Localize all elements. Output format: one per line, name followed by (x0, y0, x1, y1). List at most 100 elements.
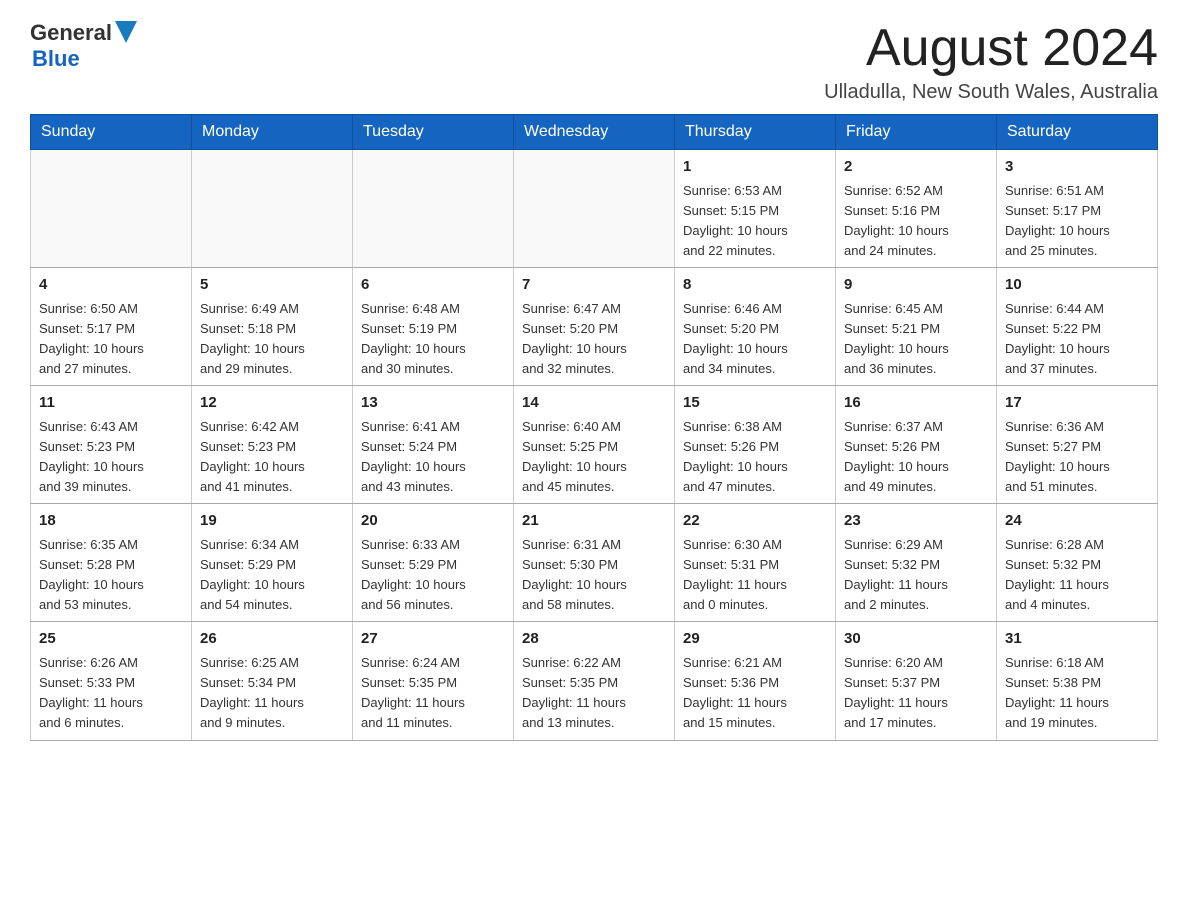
weekday-header-sunday: Sunday (31, 115, 192, 150)
day-number: 9 (844, 274, 988, 297)
weekday-header-monday: Monday (192, 115, 353, 150)
day-number: 8 (683, 274, 827, 297)
day-number: 28 (522, 628, 666, 651)
day-number: 14 (522, 392, 666, 415)
day-number: 10 (1005, 274, 1149, 297)
page-header: General Blue August 2024 Ulladulla, New … (30, 20, 1158, 104)
calendar-cell: 25Sunrise: 6:26 AM Sunset: 5:33 PM Dayli… (31, 622, 192, 740)
day-number: 2 (844, 156, 988, 179)
day-number: 4 (39, 274, 183, 297)
day-info: Sunrise: 6:29 AM Sunset: 5:32 PM Dayligh… (844, 535, 988, 616)
calendar-cell: 4Sunrise: 6:50 AM Sunset: 5:17 PM Daylig… (31, 268, 192, 386)
day-number: 17 (1005, 392, 1149, 415)
day-number: 5 (200, 274, 344, 297)
day-number: 19 (200, 510, 344, 533)
day-info: Sunrise: 6:31 AM Sunset: 5:30 PM Dayligh… (522, 535, 666, 616)
calendar-cell (192, 150, 353, 268)
weekday-header-tuesday: Tuesday (353, 115, 514, 150)
logo-general-text: General (30, 20, 112, 46)
calendar-cell: 30Sunrise: 6:20 AM Sunset: 5:37 PM Dayli… (836, 622, 997, 740)
day-info: Sunrise: 6:22 AM Sunset: 5:35 PM Dayligh… (522, 653, 666, 734)
calendar-cell: 21Sunrise: 6:31 AM Sunset: 5:30 PM Dayli… (514, 504, 675, 622)
day-info: Sunrise: 6:33 AM Sunset: 5:29 PM Dayligh… (361, 535, 505, 616)
day-info: Sunrise: 6:42 AM Sunset: 5:23 PM Dayligh… (200, 417, 344, 498)
weekday-header-friday: Friday (836, 115, 997, 150)
day-info: Sunrise: 6:47 AM Sunset: 5:20 PM Dayligh… (522, 299, 666, 380)
day-number: 7 (522, 274, 666, 297)
calendar-week-row: 4Sunrise: 6:50 AM Sunset: 5:17 PM Daylig… (31, 268, 1158, 386)
calendar-cell: 29Sunrise: 6:21 AM Sunset: 5:36 PM Dayli… (675, 622, 836, 740)
calendar-cell: 22Sunrise: 6:30 AM Sunset: 5:31 PM Dayli… (675, 504, 836, 622)
calendar-cell: 14Sunrise: 6:40 AM Sunset: 5:25 PM Dayli… (514, 386, 675, 504)
logo: General Blue (30, 20, 137, 72)
calendar-cell: 2Sunrise: 6:52 AM Sunset: 5:16 PM Daylig… (836, 150, 997, 268)
weekday-header-saturday: Saturday (997, 115, 1158, 150)
calendar-cell: 18Sunrise: 6:35 AM Sunset: 5:28 PM Dayli… (31, 504, 192, 622)
day-info: Sunrise: 6:45 AM Sunset: 5:21 PM Dayligh… (844, 299, 988, 380)
calendar-cell: 10Sunrise: 6:44 AM Sunset: 5:22 PM Dayli… (997, 268, 1158, 386)
calendar-cell: 16Sunrise: 6:37 AM Sunset: 5:26 PM Dayli… (836, 386, 997, 504)
day-number: 23 (844, 510, 988, 533)
weekday-header-thursday: Thursday (675, 115, 836, 150)
location-title: Ulladulla, New South Wales, Australia (824, 81, 1158, 104)
calendar-cell: 20Sunrise: 6:33 AM Sunset: 5:29 PM Dayli… (353, 504, 514, 622)
day-info: Sunrise: 6:50 AM Sunset: 5:17 PM Dayligh… (39, 299, 183, 380)
calendar-week-row: 11Sunrise: 6:43 AM Sunset: 5:23 PM Dayli… (31, 386, 1158, 504)
day-info: Sunrise: 6:46 AM Sunset: 5:20 PM Dayligh… (683, 299, 827, 380)
day-number: 21 (522, 510, 666, 533)
calendar-cell: 12Sunrise: 6:42 AM Sunset: 5:23 PM Dayli… (192, 386, 353, 504)
month-title: August 2024 (824, 20, 1158, 77)
logo-blue-text: Blue (32, 46, 80, 72)
calendar-cell: 27Sunrise: 6:24 AM Sunset: 5:35 PM Dayli… (353, 622, 514, 740)
day-info: Sunrise: 6:25 AM Sunset: 5:34 PM Dayligh… (200, 653, 344, 734)
calendar-cell: 24Sunrise: 6:28 AM Sunset: 5:32 PM Dayli… (997, 504, 1158, 622)
day-number: 3 (1005, 156, 1149, 179)
day-info: Sunrise: 6:28 AM Sunset: 5:32 PM Dayligh… (1005, 535, 1149, 616)
day-number: 15 (683, 392, 827, 415)
calendar-cell: 3Sunrise: 6:51 AM Sunset: 5:17 PM Daylig… (997, 150, 1158, 268)
calendar-cell: 19Sunrise: 6:34 AM Sunset: 5:29 PM Dayli… (192, 504, 353, 622)
day-number: 29 (683, 628, 827, 651)
calendar-cell: 15Sunrise: 6:38 AM Sunset: 5:26 PM Dayli… (675, 386, 836, 504)
day-info: Sunrise: 6:48 AM Sunset: 5:19 PM Dayligh… (361, 299, 505, 380)
day-number: 24 (1005, 510, 1149, 533)
calendar-cell: 11Sunrise: 6:43 AM Sunset: 5:23 PM Dayli… (31, 386, 192, 504)
calendar-cell: 8Sunrise: 6:46 AM Sunset: 5:20 PM Daylig… (675, 268, 836, 386)
day-number: 16 (844, 392, 988, 415)
day-info: Sunrise: 6:35 AM Sunset: 5:28 PM Dayligh… (39, 535, 183, 616)
calendar-week-row: 18Sunrise: 6:35 AM Sunset: 5:28 PM Dayli… (31, 504, 1158, 622)
day-info: Sunrise: 6:41 AM Sunset: 5:24 PM Dayligh… (361, 417, 505, 498)
calendar-cell: 26Sunrise: 6:25 AM Sunset: 5:34 PM Dayli… (192, 622, 353, 740)
logo-triangle-icon (115, 21, 137, 43)
calendar-cell: 31Sunrise: 6:18 AM Sunset: 5:38 PM Dayli… (997, 622, 1158, 740)
day-info: Sunrise: 6:21 AM Sunset: 5:36 PM Dayligh… (683, 653, 827, 734)
day-info: Sunrise: 6:44 AM Sunset: 5:22 PM Dayligh… (1005, 299, 1149, 380)
calendar-cell (353, 150, 514, 268)
calendar-cell: 7Sunrise: 6:47 AM Sunset: 5:20 PM Daylig… (514, 268, 675, 386)
calendar-cell: 23Sunrise: 6:29 AM Sunset: 5:32 PM Dayli… (836, 504, 997, 622)
day-info: Sunrise: 6:18 AM Sunset: 5:38 PM Dayligh… (1005, 653, 1149, 734)
calendar-week-row: 1Sunrise: 6:53 AM Sunset: 5:15 PM Daylig… (31, 150, 1158, 268)
day-number: 27 (361, 628, 505, 651)
day-number: 13 (361, 392, 505, 415)
day-info: Sunrise: 6:20 AM Sunset: 5:37 PM Dayligh… (844, 653, 988, 734)
day-number: 20 (361, 510, 505, 533)
day-info: Sunrise: 6:43 AM Sunset: 5:23 PM Dayligh… (39, 417, 183, 498)
day-number: 26 (200, 628, 344, 651)
calendar-cell: 13Sunrise: 6:41 AM Sunset: 5:24 PM Dayli… (353, 386, 514, 504)
calendar-cell: 6Sunrise: 6:48 AM Sunset: 5:19 PM Daylig… (353, 268, 514, 386)
calendar-cell: 17Sunrise: 6:36 AM Sunset: 5:27 PM Dayli… (997, 386, 1158, 504)
calendar-cell: 28Sunrise: 6:22 AM Sunset: 5:35 PM Dayli… (514, 622, 675, 740)
day-number: 18 (39, 510, 183, 533)
day-info: Sunrise: 6:26 AM Sunset: 5:33 PM Dayligh… (39, 653, 183, 734)
day-info: Sunrise: 6:36 AM Sunset: 5:27 PM Dayligh… (1005, 417, 1149, 498)
calendar-week-row: 25Sunrise: 6:26 AM Sunset: 5:33 PM Dayli… (31, 622, 1158, 740)
day-number: 1 (683, 156, 827, 179)
day-number: 25 (39, 628, 183, 651)
calendar-cell (514, 150, 675, 268)
day-info: Sunrise: 6:51 AM Sunset: 5:17 PM Dayligh… (1005, 181, 1149, 262)
calendar-cell (31, 150, 192, 268)
day-number: 31 (1005, 628, 1149, 651)
calendar-table: SundayMondayTuesdayWednesdayThursdayFrid… (30, 114, 1158, 740)
day-info: Sunrise: 6:30 AM Sunset: 5:31 PM Dayligh… (683, 535, 827, 616)
